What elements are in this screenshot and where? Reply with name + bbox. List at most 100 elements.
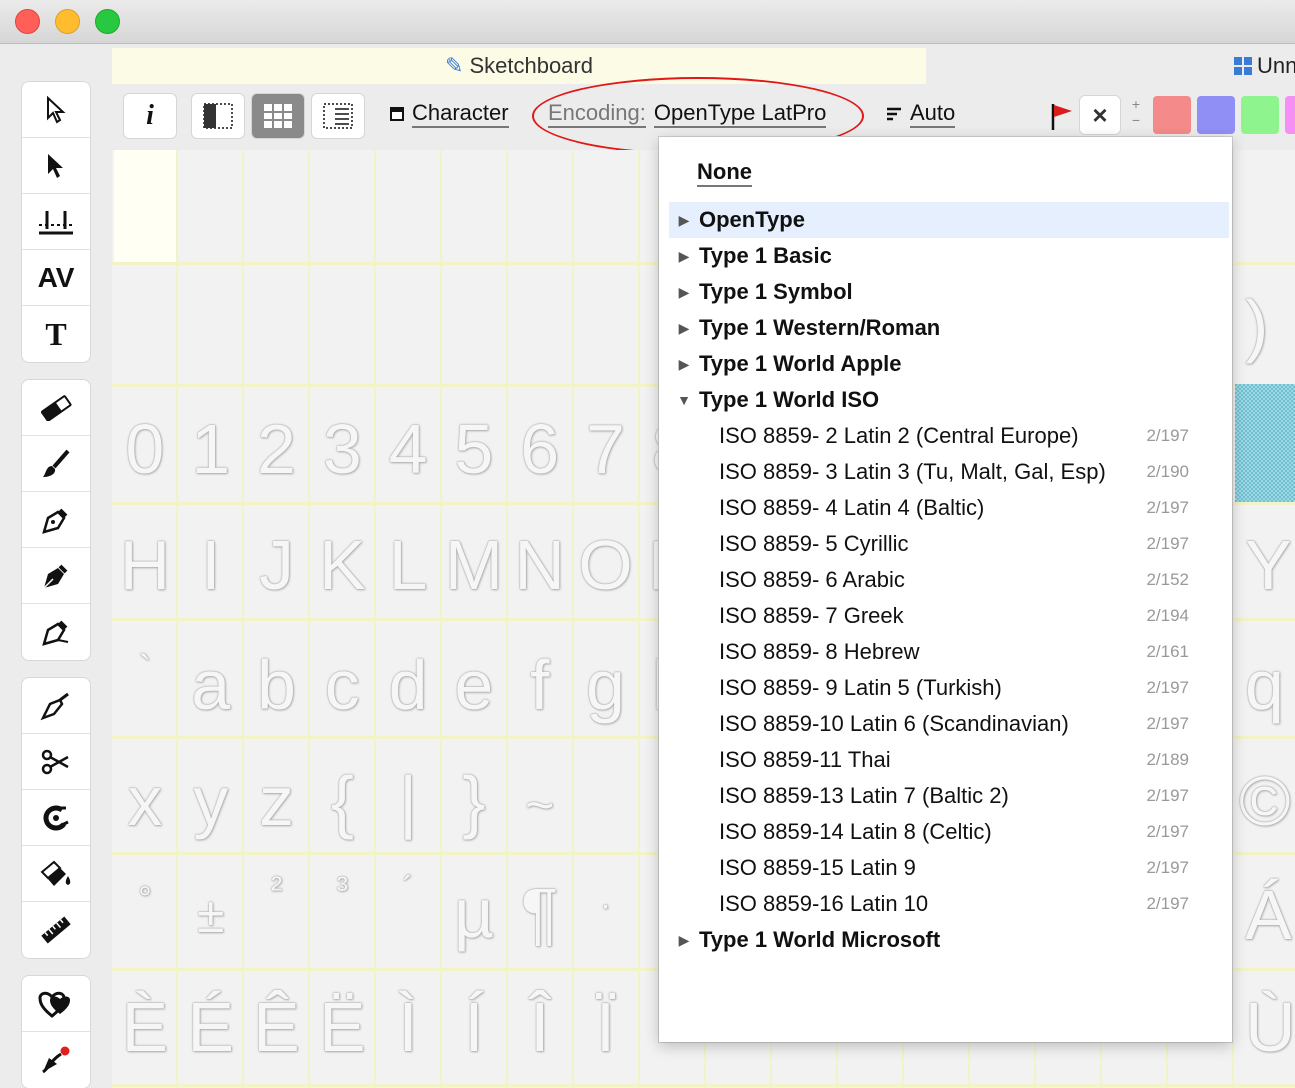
pen-tool[interactable] <box>22 492 90 548</box>
menu-item-iso[interactable]: ISO 8859-13 Latin 7 (Baltic 2) 2/197 <box>719 778 1189 814</box>
clear-flag-button[interactable]: × <box>1080 96 1120 134</box>
selected-cell[interactable] <box>114 150 176 262</box>
glyph-cell[interactable]: ¶ <box>507 872 573 948</box>
menu-item-iso[interactable]: ISO 8859- 8 Hebrew 2/161 <box>719 634 1189 670</box>
glyph-cell[interactable]: 3 <box>309 414 375 484</box>
flag-icon[interactable] <box>1050 102 1074 132</box>
glyph-cell[interactable]: µ <box>441 872 507 948</box>
glyph-cell[interactable]: 0 <box>112 414 178 484</box>
color-swatch-blue[interactable] <box>1197 96 1235 134</box>
glyph-cell[interactable]: | <box>375 766 441 836</box>
menu-item-iso[interactable]: ISO 8859-10 Latin 6 (Scandinavian) 2/197 <box>719 706 1189 742</box>
glyph-cell[interactable]: Í <box>441 992 507 1062</box>
bezier-pen-tool[interactable] <box>22 604 90 660</box>
menu-group-type1-western-roman[interactable]: ▶ Type 1 Western/Roman <box>669 310 1229 346</box>
hearts-tool[interactable] <box>22 976 90 1032</box>
menu-item-iso[interactable]: ISO 8859- 4 Latin 4 (Baltic) 2/197 <box>719 490 1189 526</box>
menu-group-type1-world-iso[interactable]: ▼ Type 1 World ISO <box>669 382 1229 418</box>
glyph-cell[interactable]: J <box>244 530 310 600</box>
brush-tool[interactable] <box>22 436 90 492</box>
menu-item-iso[interactable]: ISO 8859-14 Latin 8 (Celtic) 2/197 <box>719 814 1189 850</box>
pointer-solid-tool[interactable] <box>22 138 90 194</box>
glyph-cell[interactable]: ² <box>244 872 310 948</box>
tab-sketchboard[interactable]: ✎ Sketchboard <box>112 48 926 84</box>
glyph-cell[interactable]: Ï <box>573 992 639 1062</box>
glyph-cell[interactable]: Î <box>507 992 573 1062</box>
auto-selector[interactable]: Auto <box>886 100 956 128</box>
scissors-tool[interactable] <box>22 734 90 790</box>
glyph-cell[interactable]: ° <box>112 872 178 948</box>
menu-item-iso[interactable]: ISO 8859- 7 Greek 2/194 <box>719 598 1189 634</box>
sidebar-view-button[interactable] <box>192 94 244 138</box>
glyph-cell[interactable]: K <box>309 530 375 600</box>
stepper[interactable]: + − <box>1130 96 1142 128</box>
glyph-cell[interactable]: c <box>309 650 375 720</box>
glyph-cell[interactable]: ` <box>112 650 178 720</box>
tab-unnamed[interactable]: Unn <box>1234 48 1295 84</box>
glyph-cell[interactable]: a <box>178 650 244 720</box>
minus-button[interactable]: − <box>1130 112 1142 128</box>
eraser-tool[interactable] <box>22 380 90 436</box>
glyph-cell[interactable]: É <box>178 992 244 1062</box>
glyph-cell[interactable]: ~ <box>507 766 573 836</box>
kerning-tool[interactable]: AV <box>22 250 90 306</box>
glyph-cell[interactable]: Ë <box>309 992 375 1062</box>
menu-item-iso[interactable]: ISO 8859-11 Thai 2/189 <box>719 742 1189 778</box>
glyph-cell[interactable]: z <box>244 766 310 836</box>
grid-view-button[interactable] <box>252 94 304 138</box>
glyph-cell[interactable]: O <box>573 530 639 600</box>
metrics-tool[interactable] <box>22 194 90 250</box>
glyph-cell[interactable]: x <box>112 766 178 836</box>
menu-item-iso[interactable]: ISO 8859- 2 Latin 2 (Central Europe) 2/19… <box>719 418 1189 454</box>
menu-group-type1-world-apple[interactable]: ▶ Type 1 World Apple <box>669 346 1229 382</box>
glyph-cell[interactable]: © <box>1239 766 1291 836</box>
glyph-cell[interactable]: b <box>244 650 310 720</box>
glyph-cell[interactable]: M <box>441 530 507 600</box>
glyph-cell[interactable]: Ì <box>375 992 441 1062</box>
glyph-cell[interactable]: H <box>112 530 178 600</box>
zoom-window-button[interactable] <box>95 9 120 34</box>
menu-group-type1-world-microsoft[interactable]: ▶ Type 1 World Microsoft <box>669 922 1229 958</box>
magnet-tool[interactable] <box>22 790 90 846</box>
color-swatch-pink[interactable] <box>1285 96 1295 134</box>
glyph-cell[interactable]: g <box>573 650 639 720</box>
menu-item-none[interactable]: None <box>697 159 752 187</box>
bezier-curve-tool[interactable] <box>22 1032 90 1088</box>
glyph-cell[interactable]: ³ <box>309 872 375 948</box>
glyph-cell[interactable]: Y <box>1245 530 1292 600</box>
glyph-cell[interactable]: f <box>507 650 573 720</box>
color-swatch-green[interactable] <box>1241 96 1279 134</box>
glyph-cell[interactable]: 5 <box>441 414 507 484</box>
glyph-cell[interactable]: e <box>441 650 507 720</box>
knife-tool[interactable] <box>22 678 90 734</box>
glyph-cell[interactable]: y <box>178 766 244 836</box>
menu-item-iso[interactable]: ISO 8859- 5 Cyrillic 2/197 <box>719 526 1189 562</box>
glyph-cell[interactable]: ´ <box>375 872 441 948</box>
glyph-cell[interactable]: 7 <box>573 414 639 484</box>
glyph-cell[interactable]: · <box>573 872 639 948</box>
pointer-outline-tool[interactable] <box>22 82 90 138</box>
glyph-cell[interactable]: 1 <box>178 414 244 484</box>
text-tool[interactable]: T <box>22 306 90 362</box>
menu-item-iso[interactable]: ISO 8859- 6 Arabic 2/152 <box>719 562 1189 598</box>
glyph-cell[interactable]: Á <box>1245 880 1292 950</box>
menu-item-iso[interactable]: ISO 8859- 9 Latin 5 (Turkish) 2/197 <box>719 670 1189 706</box>
glyph-cell[interactable]: È <box>112 992 178 1062</box>
ruler-tool[interactable] <box>22 902 90 958</box>
glyph-cell[interactable]: 2 <box>244 414 310 484</box>
menu-group-type1-basic[interactable]: ▶ Type 1 Basic <box>669 238 1229 274</box>
plus-button[interactable]: + <box>1130 96 1142 112</box>
close-window-button[interactable] <box>15 9 40 34</box>
menu-group-type1-symbol[interactable]: ▶ Type 1 Symbol <box>669 274 1229 310</box>
character-selector[interactable]: Character <box>390 100 509 128</box>
list-view-button[interactable] <box>312 94 364 138</box>
glyph-cell[interactable]: Ê <box>244 992 310 1062</box>
color-swatch-red[interactable] <box>1153 96 1191 134</box>
calligraphy-pen-tool[interactable] <box>22 548 90 604</box>
glyph-cell[interactable]: I <box>178 530 244 600</box>
glyph-cell[interactable]: ± <box>178 872 244 948</box>
glyph-cell[interactable]: 4 <box>375 414 441 484</box>
glyph-cell[interactable]: N <box>507 530 573 600</box>
glyph-cell[interactable]: Ù <box>1245 992 1295 1062</box>
glyph-cell[interactable]: L <box>375 530 441 600</box>
